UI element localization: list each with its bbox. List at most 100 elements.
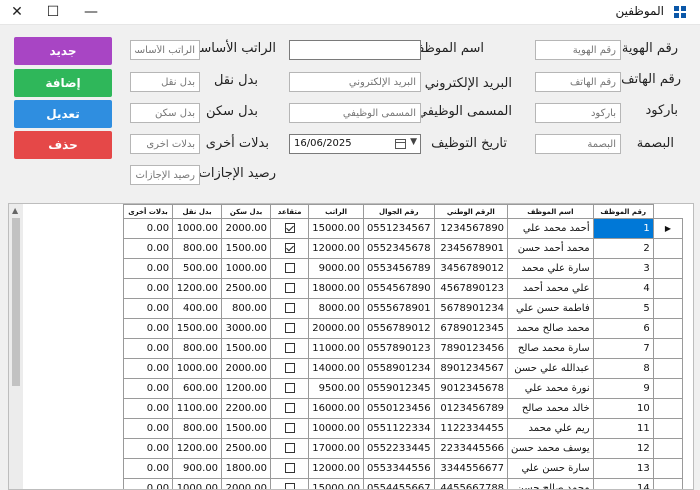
cell-national-id[interactable]: 1234567890: [434, 219, 507, 239]
table-row[interactable]: 0.00800.001500.0012000.00055234567823456…: [124, 239, 693, 259]
cell-retired[interactable]: [271, 319, 309, 339]
cell-salary[interactable]: 9500.00: [309, 379, 364, 399]
national-id-input[interactable]: [535, 40, 621, 60]
cell-index[interactable]: 13: [593, 459, 653, 479]
row-header[interactable]: [653, 239, 682, 259]
cell-salary[interactable]: 16000.00: [309, 399, 364, 419]
cell-salary[interactable]: 9000.00: [309, 259, 364, 279]
cell-phone[interactable]: 0550123456: [363, 399, 434, 419]
cell-phone[interactable]: 0551122334: [363, 419, 434, 439]
cell-housing[interactable]: 800.00: [222, 299, 271, 319]
barcode-input[interactable]: [535, 103, 621, 123]
table-row[interactable]: 0.00500.001000.009000.000553456789345678…: [124, 259, 693, 279]
cell-national-id[interactable]: 9012345678: [434, 379, 507, 399]
cell-other[interactable]: 0.00: [124, 259, 173, 279]
table-row[interactable]: 0.00800.001500.0011000.00055789012378901…: [124, 339, 693, 359]
retired-checkbox[interactable]: [285, 463, 295, 473]
cell-phone[interactable]: 0553344556: [363, 459, 434, 479]
cell-name[interactable]: خالد محمد صالح: [508, 399, 594, 419]
cell-other[interactable]: 0.00: [124, 419, 173, 439]
cell-retired[interactable]: [271, 359, 309, 379]
cell-retired[interactable]: [271, 479, 309, 490]
row-header[interactable]: [653, 479, 682, 490]
row-header[interactable]: [653, 439, 682, 459]
cell-transport[interactable]: 1000.00: [173, 219, 222, 239]
row-header[interactable]: [653, 379, 682, 399]
retired-checkbox[interactable]: [285, 483, 295, 490]
scroll-up-icon[interactable]: ▲: [12, 206, 18, 215]
cell-retired[interactable]: [271, 339, 309, 359]
cell-other[interactable]: 0.00: [124, 379, 173, 399]
cell-retired[interactable]: [271, 399, 309, 419]
cell-retired[interactable]: [271, 299, 309, 319]
cell-salary[interactable]: 17000.00: [309, 439, 364, 459]
table-row[interactable]: 0.001000.002000.0014000.0005589012348901…: [124, 359, 693, 379]
cell-housing[interactable]: 2500.00: [222, 439, 271, 459]
cell-index[interactable]: 7: [593, 339, 653, 359]
cell-name[interactable]: يوسف محمد حسن: [508, 439, 594, 459]
cell-salary[interactable]: 10000.00: [309, 419, 364, 439]
cell-index[interactable]: 4: [593, 279, 653, 299]
cell-transport[interactable]: 1200.00: [173, 439, 222, 459]
cell-salary[interactable]: 12000.00: [309, 459, 364, 479]
other-allowances-input[interactable]: [130, 134, 200, 154]
cell-retired[interactable]: [271, 459, 309, 479]
cell-salary[interactable]: 15000.00: [309, 219, 364, 239]
table-row[interactable]: 0.00800.001500.0010000.00055112233411223…: [124, 419, 693, 439]
cell-national-id[interactable]: 0123456789: [434, 399, 507, 419]
cell-national-id[interactable]: 2233445566: [434, 439, 507, 459]
table-row[interactable]: 0.001000.002000.0015000.0005544556674455…: [124, 479, 693, 490]
col-header-phone[interactable]: رقم الجوال: [363, 205, 434, 219]
cell-national-id[interactable]: 5678901234: [434, 299, 507, 319]
cell-phone[interactable]: 0559012345: [363, 379, 434, 399]
cell-national-id[interactable]: 3344556677: [434, 459, 507, 479]
delete-button[interactable]: حذف: [14, 131, 112, 159]
cell-index[interactable]: 8: [593, 359, 653, 379]
cell-other[interactable]: 0.00: [124, 339, 173, 359]
cell-salary[interactable]: 14000.00: [309, 359, 364, 379]
add-button[interactable]: إضافة: [14, 69, 112, 97]
calendar-icon[interactable]: [395, 139, 406, 149]
cell-transport[interactable]: 1000.00: [173, 479, 222, 490]
cell-housing[interactable]: 1000.00: [222, 259, 271, 279]
housing-input[interactable]: [130, 103, 200, 123]
cell-other[interactable]: 0.00: [124, 459, 173, 479]
close-icon[interactable]: ✕: [2, 0, 32, 24]
table-row[interactable]: 0.001000.002000.0015000.0005512345671234…: [124, 219, 693, 239]
cell-housing[interactable]: 2500.00: [222, 279, 271, 299]
col-header-housing[interactable]: بدل سكن: [222, 205, 271, 219]
cell-housing[interactable]: 1500.00: [222, 339, 271, 359]
retired-checkbox[interactable]: [285, 343, 295, 353]
row-header[interactable]: [653, 279, 682, 299]
cell-housing[interactable]: 1500.00: [222, 419, 271, 439]
new-button[interactable]: جديد: [14, 37, 112, 65]
cell-retired[interactable]: [271, 379, 309, 399]
cell-national-id[interactable]: 2345678901: [434, 239, 507, 259]
cell-index[interactable]: 2: [593, 239, 653, 259]
col-header-transport[interactable]: بدل نقل: [173, 205, 222, 219]
cell-phone[interactable]: 0552233445: [363, 439, 434, 459]
cell-index[interactable]: 6: [593, 319, 653, 339]
table-row[interactable]: 0.00900.001800.0012000.00055334455633445…: [124, 459, 693, 479]
cell-salary[interactable]: 20000.00: [309, 319, 364, 339]
cell-housing[interactable]: 2000.00: [222, 479, 271, 490]
row-header[interactable]: [653, 459, 682, 479]
cell-other[interactable]: 0.00: [124, 439, 173, 459]
cell-salary[interactable]: 12000.00: [309, 239, 364, 259]
cell-index[interactable]: 9: [593, 379, 653, 399]
cell-phone[interactable]: 0552345678: [363, 239, 434, 259]
cell-transport[interactable]: 1200.00: [173, 279, 222, 299]
cell-national-id[interactable]: 4567890123: [434, 279, 507, 299]
cell-index[interactable]: 5: [593, 299, 653, 319]
cell-retired[interactable]: [271, 439, 309, 459]
row-header[interactable]: [653, 259, 682, 279]
cell-name[interactable]: نورة محمد علي: [508, 379, 594, 399]
cell-housing[interactable]: 2000.00: [222, 359, 271, 379]
cell-retired[interactable]: [271, 259, 309, 279]
cell-other[interactable]: 0.00: [124, 239, 173, 259]
retired-checkbox[interactable]: [285, 323, 295, 333]
cell-salary[interactable]: 18000.00: [309, 279, 364, 299]
retired-checkbox[interactable]: [285, 363, 295, 373]
cell-name[interactable]: فاطمة حسن علي: [508, 299, 594, 319]
cell-retired[interactable]: [271, 279, 309, 299]
